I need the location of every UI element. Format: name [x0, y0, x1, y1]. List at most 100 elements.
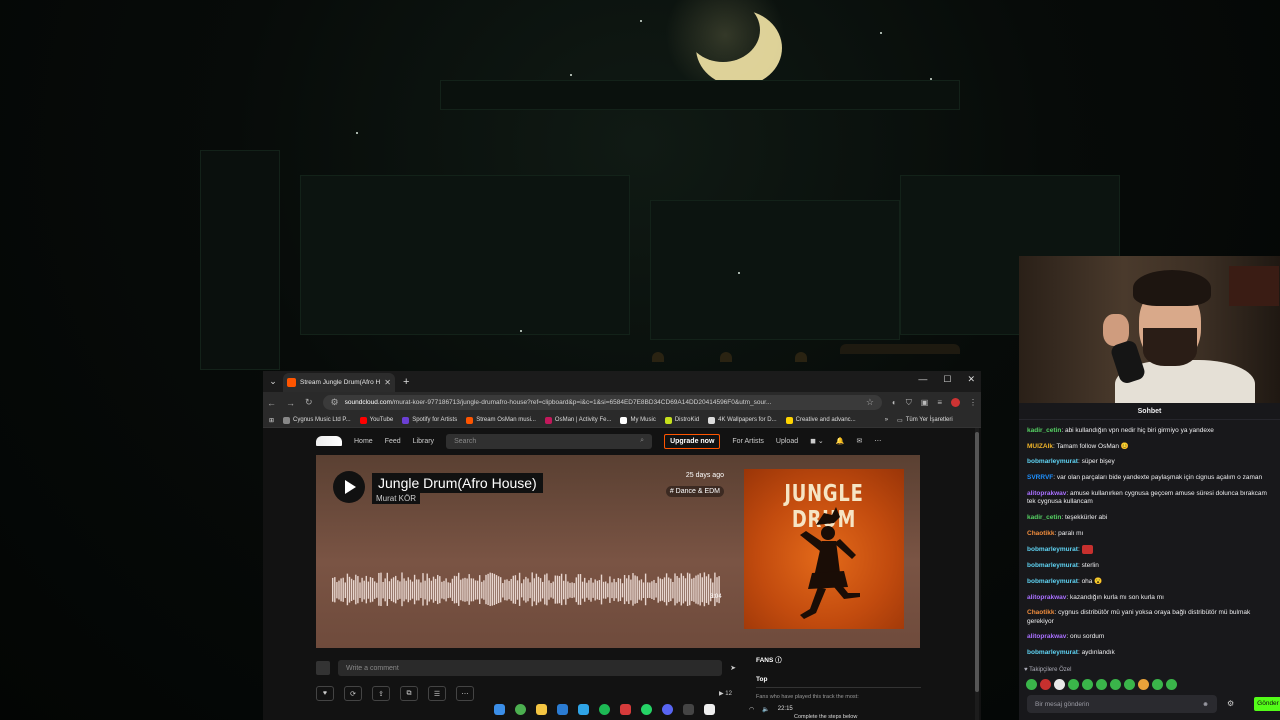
close-window-icon[interactable]: ✕	[967, 374, 975, 385]
bookmark-star-icon[interactable]: ☆	[866, 397, 874, 408]
url-field[interactable]: ⚙ soundcloud.com/murat-koer-977186713/ju…	[322, 395, 882, 410]
chrome-icon[interactable]	[515, 703, 526, 715]
messages-icon[interactable]: ✉	[856, 437, 862, 445]
chat-username[interactable]: bobmarleymurat	[1027, 649, 1078, 656]
app-icon[interactable]	[704, 703, 715, 715]
edge-icon[interactable]	[578, 703, 589, 715]
browser-tab[interactable]: Stream Jungle Drum(Afro House ✕	[283, 373, 395, 392]
extension-icon[interactable]: ◐	[892, 398, 897, 407]
chat-username[interactable]: SVRRVF	[1027, 474, 1053, 481]
info-icon[interactable]: ⓘ	[775, 657, 782, 664]
spotify-icon[interactable]	[599, 703, 610, 715]
nav-home[interactable]: Home	[354, 438, 373, 445]
reload-icon[interactable]: ↻	[305, 397, 313, 408]
emote-icon[interactable]	[1068, 679, 1079, 690]
chat-username[interactable]: MUIZAlk	[1027, 443, 1053, 450]
bookmark-item[interactable]: Stream OsMan musi...	[466, 416, 536, 424]
user-avatar[interactable]: ◼ ⌄	[810, 437, 824, 445]
nav-library[interactable]: Library	[413, 438, 434, 445]
upgrade-button[interactable]: Upgrade now	[664, 433, 721, 449]
copy-link-button[interactable]: ⧉	[400, 686, 418, 701]
chat-username[interactable]: alitoprakwav	[1027, 594, 1066, 601]
windows-start-icon[interactable]	[494, 703, 505, 715]
search-input[interactable]: Search ⌕	[446, 433, 653, 449]
genre-tag[interactable]: # Dance & EDM	[665, 486, 724, 497]
chat-username[interactable]: kadir_cetin	[1027, 514, 1061, 521]
waveform[interactable]: 3:04	[332, 567, 722, 615]
chat-username[interactable]: bobmarleymurat	[1027, 458, 1078, 465]
chat-username[interactable]: alitoprakwav	[1027, 490, 1066, 497]
new-tab-icon[interactable]: +	[403, 376, 409, 388]
maximize-icon[interactable]: ☐	[943, 374, 951, 385]
close-tab-icon[interactable]: ✕	[384, 378, 391, 387]
soundcloud-logo-icon[interactable]	[316, 436, 342, 446]
whatsapp-icon[interactable]	[641, 703, 652, 715]
back-icon[interactable]: ←	[267, 398, 276, 408]
chat-input[interactable]: Bir mesaj gönderin ☻	[1027, 695, 1217, 713]
nav-upload[interactable]: Upload	[776, 438, 798, 445]
like-button[interactable]: ♥	[316, 686, 334, 701]
emote-icon[interactable]	[1110, 679, 1121, 690]
repost-button[interactable]: ⟳	[344, 686, 362, 701]
tab-list-icon[interactable]: ⌄	[263, 376, 283, 387]
more-bookmarks-icon[interactable]: »	[885, 417, 888, 423]
emote-icon[interactable]	[1096, 679, 1107, 690]
bookmark-item[interactable]: DistroKid	[664, 416, 699, 424]
emote-icon[interactable]	[1040, 679, 1051, 690]
notifications-icon[interactable]: 🔔	[836, 437, 845, 445]
chat-username[interactable]: kadir_cetin	[1027, 427, 1061, 434]
bookmark-item[interactable]: My Music	[620, 416, 656, 424]
more-icon[interactable]: ⋯	[874, 437, 881, 445]
play-button[interactable]	[333, 471, 365, 503]
emoji-picker-icon[interactable]: ☻	[1202, 701, 1209, 708]
clock[interactable]: 22:15	[778, 706, 793, 713]
send-chat-button[interactable]: Gönder	[1254, 697, 1280, 711]
wifi-icon[interactable]: ◠	[749, 706, 754, 713]
puzzle-icon[interactable]: ▣	[921, 398, 929, 407]
app-icon[interactable]	[683, 703, 694, 715]
media-icon[interactable]: ≡	[937, 398, 942, 407]
minimize-icon[interactable]: —	[918, 374, 927, 385]
chat-username[interactable]: bobmarleymurat	[1027, 562, 1078, 569]
shield-icon[interactable]: ⛉	[906, 398, 912, 408]
menu-icon[interactable]: ⋮	[969, 398, 977, 407]
emote-icon[interactable]	[1054, 679, 1065, 690]
nav-feed[interactable]: Feed	[385, 438, 401, 445]
search-icon[interactable]: ⌕	[640, 437, 644, 445]
bookmark-item[interactable]: YouTube	[359, 416, 393, 424]
share-button[interactable]: ⇪	[372, 686, 390, 701]
forward-icon[interactable]: →	[286, 398, 295, 408]
apps-icon[interactable]: ⊞	[269, 417, 274, 424]
chat-settings-gear-icon[interactable]: ⚙	[1227, 699, 1234, 708]
file-explorer-icon[interactable]	[536, 703, 547, 715]
bookmark-item[interactable]: Cygnus Music Ltd P...	[283, 416, 351, 424]
bookmark-item[interactable]: Creative and advanc...	[785, 416, 856, 424]
volume-icon[interactable]: 🔈	[762, 706, 769, 713]
chat-username[interactable]: Chaotikk	[1027, 530, 1054, 537]
chat-username[interactable]: bobmarleymurat	[1027, 578, 1078, 585]
nav-for-artists[interactable]: For Artists	[732, 438, 764, 445]
outlook-icon[interactable]	[557, 703, 568, 715]
track-artist[interactable]: Murat KÖR	[372, 493, 421, 504]
emote-icon[interactable]	[1138, 679, 1149, 690]
discord-icon[interactable]	[662, 703, 673, 715]
send-comment-icon[interactable]: ➤	[730, 664, 736, 672]
bookmark-item[interactable]: OsMan | Activity Fe...	[544, 416, 611, 424]
site-info-icon[interactable]: ⚙	[331, 397, 339, 408]
app-icon[interactable]	[620, 703, 631, 715]
profile-avatar-icon[interactable]	[951, 398, 960, 407]
emote-icon[interactable]	[1124, 679, 1135, 690]
bookmark-item[interactable]: 4K Wallpapers for D...	[708, 416, 777, 424]
chat-username[interactable]: bobmarleymurat	[1027, 547, 1078, 554]
page-scrollbar[interactable]	[975, 428, 979, 720]
emote-icon[interactable]	[1026, 679, 1037, 690]
comment-input[interactable]: Write a comment	[338, 660, 723, 676]
fans-tab-top[interactable]: Top	[756, 676, 921, 688]
all-bookmarks[interactable]: ▭ Tüm Yer İşaretleri	[897, 417, 953, 424]
emote-icon[interactable]	[1082, 679, 1093, 690]
chat-username[interactable]: alitoprakwav	[1027, 633, 1066, 640]
emote-icon[interactable]	[1152, 679, 1163, 690]
bookmark-item[interactable]: Spotify for Artists	[402, 416, 457, 424]
chat-username[interactable]: Chaotikk	[1027, 609, 1054, 616]
emote-icon[interactable]	[1166, 679, 1177, 690]
